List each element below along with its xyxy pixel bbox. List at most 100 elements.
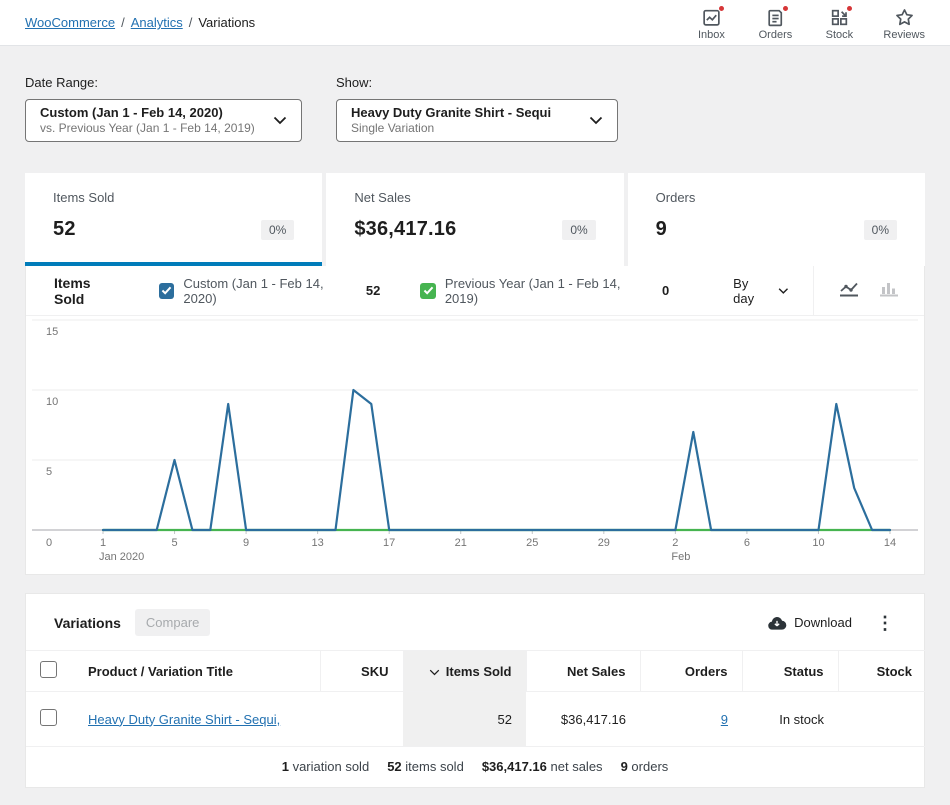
tile-value: 52	[53, 218, 76, 241]
breadcrumb: WooCommerce / Analytics / Variations	[25, 15, 255, 30]
legend-value: 52	[366, 283, 380, 298]
select-all-checkbox[interactable]	[40, 661, 57, 678]
tile-orders[interactable]: Orders 9 0%	[628, 173, 925, 266]
tile-delta-badge: 0%	[261, 220, 294, 240]
variations-table-card: Variations Compare Download ⋮	[25, 593, 925, 788]
svg-text:1: 1	[100, 537, 106, 549]
table-header-row: Product / Variation Title SKU Items Sold…	[26, 651, 926, 692]
chevron-down-icon	[589, 116, 603, 125]
svg-text:25: 25	[526, 537, 538, 549]
row-checkbox-cell	[26, 692, 74, 747]
svg-text:29: 29	[598, 537, 610, 549]
select-all-checkbox-cell	[26, 651, 74, 692]
show-subvalue: Single Variation	[351, 121, 551, 136]
checkbox-checked-icon	[420, 283, 436, 299]
orders-count-link[interactable]: 9	[721, 712, 728, 727]
orders-label: Orders	[759, 29, 793, 41]
show-value: Heavy Duty Granite Shirt - Sequi	[351, 105, 551, 121]
legend-label: Custom (Jan 1 - Feb 14, 2020)	[183, 276, 354, 306]
svg-text:17: 17	[383, 537, 395, 549]
download-icon	[767, 615, 787, 631]
breadcrumb-current-page: Variations	[198, 15, 255, 30]
reviews-button[interactable]: Reviews	[883, 7, 925, 41]
show-select[interactable]: Heavy Duty Granite Shirt - Sequi Single …	[336, 99, 618, 142]
date-range-value: Custom (Jan 1 - Feb 14, 2020)	[40, 105, 255, 121]
tile-value: 9	[656, 218, 667, 241]
sku-cell	[320, 692, 403, 747]
stock-label: Stock	[826, 29, 854, 41]
variations-table: Product / Variation Title SKU Items Sold…	[26, 650, 926, 747]
ellipsis-menu-icon[interactable]: ⋮	[870, 614, 900, 632]
reviews-label: Reviews	[883, 29, 925, 41]
admin-top-bar: WooCommerce / Analytics / Variations Inb…	[0, 0, 950, 46]
variation-title-link[interactable]: Heavy Duty Granite Shirt - Sequi,	[88, 712, 280, 727]
column-header-net-sales[interactable]: Net Sales	[526, 651, 640, 692]
line-chart-plot: 0510151Jan 20205913172125292Feb61014	[26, 316, 924, 574]
download-button[interactable]: Download	[767, 615, 852, 631]
compare-button[interactable]: Compare	[135, 609, 210, 636]
date-range-filter: Date Range: Custom (Jan 1 - Feb 14, 2020…	[25, 75, 302, 142]
column-header-sku[interactable]: SKU	[320, 651, 403, 692]
line-chart-icon	[838, 279, 860, 299]
show-filter: Show: Heavy Duty Granite Shirt - Sequi S…	[336, 75, 618, 142]
svg-text:10: 10	[46, 396, 58, 408]
reviews-icon	[894, 7, 915, 28]
legend-item-custom[interactable]: Custom (Jan 1 - Feb 14, 2020) 52	[159, 276, 380, 306]
legend-item-previous-year[interactable]: Previous Year (Jan 1 - Feb 14, 2019) 0	[420, 276, 669, 306]
breadcrumb-separator: /	[121, 15, 125, 30]
orders-button[interactable]: Orders	[755, 7, 795, 41]
chevron-down-icon	[273, 116, 287, 125]
orders-cell: 9	[640, 692, 742, 747]
tile-label: Net Sales	[354, 190, 595, 205]
chevron-down-icon	[778, 287, 789, 295]
chart-card: Items Sold Custom (Jan 1 - Feb 14, 2020)…	[25, 266, 925, 575]
column-header-status[interactable]: Status	[742, 651, 838, 692]
items-sold-line-chart: 0510151Jan 20205913172125292Feb61014	[26, 318, 924, 565]
tile-label: Items Sold	[53, 190, 294, 205]
summary-net-sales: $36,417.16 net sales	[482, 759, 603, 774]
checkbox-checked-icon	[159, 283, 175, 299]
summary-variations: 1 variation sold	[282, 759, 369, 774]
stock-button[interactable]: Stock	[819, 7, 859, 41]
svg-text:5: 5	[171, 537, 177, 549]
net-sales-cell: $36,417.16	[526, 692, 640, 747]
bar-chart-toggle-button[interactable]	[876, 277, 902, 304]
row-checkbox[interactable]	[40, 709, 57, 726]
interval-select[interactable]: By day	[709, 276, 813, 306]
sort-descending-icon	[429, 669, 440, 676]
notification-dot	[846, 5, 853, 12]
line-chart-toggle-button[interactable]	[836, 277, 862, 304]
svg-text:10: 10	[812, 537, 824, 549]
breadcrumb-analytics-link[interactable]: Analytics	[131, 15, 183, 30]
svg-text:5: 5	[46, 466, 52, 478]
interval-value: By day	[733, 276, 768, 306]
date-range-comparison: vs. Previous Year (Jan 1 - Feb 14, 2019)	[40, 121, 255, 136]
tile-label: Orders	[656, 190, 897, 205]
column-header-orders[interactable]: Orders	[640, 651, 742, 692]
svg-text:14: 14	[884, 537, 896, 549]
notification-dot	[718, 5, 725, 12]
svg-text:6: 6	[744, 537, 750, 549]
breadcrumb-separator: /	[189, 15, 193, 30]
column-header-items-sold[interactable]: Items Sold	[403, 651, 526, 692]
tile-items-sold[interactable]: Items Sold 52 0%	[25, 173, 322, 266]
svg-text:Feb: Feb	[671, 551, 690, 563]
summary-items-sold: 52 items sold	[387, 759, 464, 774]
tile-delta-badge: 0%	[864, 220, 897, 240]
svg-text:15: 15	[46, 326, 58, 338]
column-header-stock[interactable]: Stock	[838, 651, 926, 692]
column-header-title[interactable]: Product / Variation Title	[74, 651, 320, 692]
table-summary: 1 variation sold 52 items sold $36,417.1…	[26, 747, 924, 787]
topbar-activity-panel: Inbox Orders	[691, 5, 925, 41]
date-range-select[interactable]: Custom (Jan 1 - Feb 14, 2020) vs. Previo…	[25, 99, 302, 142]
tile-delta-badge: 0%	[562, 220, 595, 240]
legend-label: Previous Year (Jan 1 - Feb 14, 2019)	[445, 276, 651, 306]
download-label: Download	[794, 615, 852, 630]
table-title: Variations	[54, 615, 121, 631]
breadcrumb-woocommerce-link[interactable]: WooCommerce	[25, 15, 115, 30]
tile-net-sales[interactable]: Net Sales $36,417.16 0%	[326, 173, 623, 266]
inbox-button[interactable]: Inbox	[691, 7, 731, 41]
summary-tiles: Items Sold 52 0% Net Sales $36,417.16 0%…	[25, 173, 925, 266]
svg-text:2: 2	[672, 537, 678, 549]
svg-text:9: 9	[243, 537, 249, 549]
